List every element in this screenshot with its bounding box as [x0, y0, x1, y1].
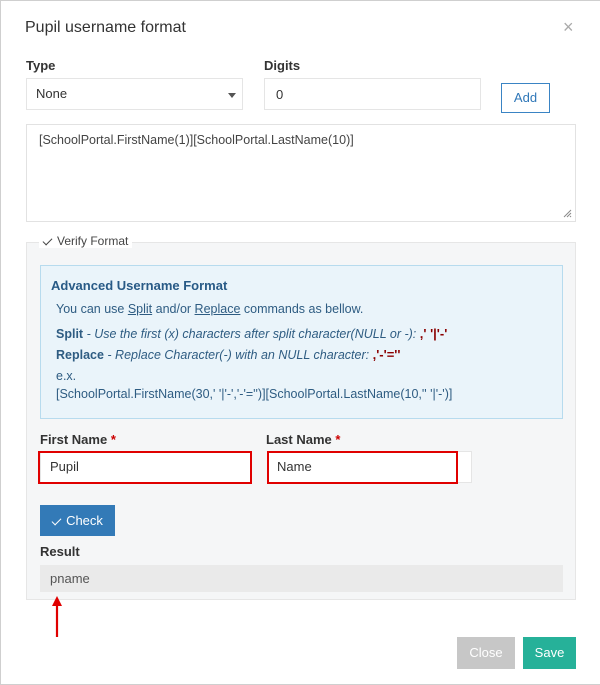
close-button[interactable]: Close — [457, 637, 515, 669]
format-text: [SchoolPortal.FirstName(1)][SchoolPortal… — [39, 133, 354, 147]
first-name-label: First Name * — [40, 432, 116, 447]
add-button[interactable]: Add — [501, 83, 550, 113]
verify-format-legend: Verify Format — [39, 234, 133, 248]
digits-input[interactable]: 0 — [264, 78, 481, 110]
info-title: Advanced Username Format — [51, 278, 228, 293]
example-code: [SchoolPortal.FirstName(30,' '|'-','-'='… — [56, 387, 453, 401]
advanced-format-info: Advanced Username Format You can use Spl… — [40, 265, 563, 419]
info-intro: You can use Split and/or Replace command… — [56, 302, 364, 316]
username-format-dialog: Pupil username format × Type None Digits… — [0, 0, 600, 685]
first-name-highlight — [38, 451, 252, 484]
check-icon — [42, 235, 53, 246]
type-select[interactable]: None — [26, 78, 243, 110]
split-info: Split - Use the first (x) characters aft… — [56, 326, 448, 341]
type-label: Type — [26, 58, 56, 73]
format-textarea[interactable]: [SchoolPortal.FirstName(1)][SchoolPortal… — [26, 124, 576, 222]
chevron-down-icon — [228, 93, 236, 98]
split-link: Split — [127, 302, 153, 316]
result-output: pname — [40, 565, 563, 592]
replace-link: Replace — [194, 302, 241, 316]
type-select-value: None — [36, 86, 68, 101]
last-name-label: Last Name * — [266, 432, 341, 447]
red-arrow-annotation — [52, 596, 62, 637]
example-label: e.x. — [56, 369, 77, 383]
split-code: ,' '|'-' — [419, 326, 448, 341]
check-icon — [51, 515, 62, 526]
save-button[interactable]: Save — [523, 637, 576, 669]
result-label: Result — [40, 544, 80, 559]
digits-label: Digits — [264, 58, 301, 73]
last-name-highlight — [267, 451, 458, 484]
dialog-title: Pupil username format — [25, 19, 186, 36]
replace-code: ,'-'='' — [372, 347, 401, 362]
replace-info: Replace - Replace Character(-) with an N… — [56, 347, 401, 362]
verify-format-label: Verify Format — [57, 234, 129, 248]
check-button[interactable]: Check — [40, 505, 115, 536]
resize-grip-icon[interactable] — [562, 208, 572, 218]
close-icon[interactable]: × — [563, 17, 574, 38]
